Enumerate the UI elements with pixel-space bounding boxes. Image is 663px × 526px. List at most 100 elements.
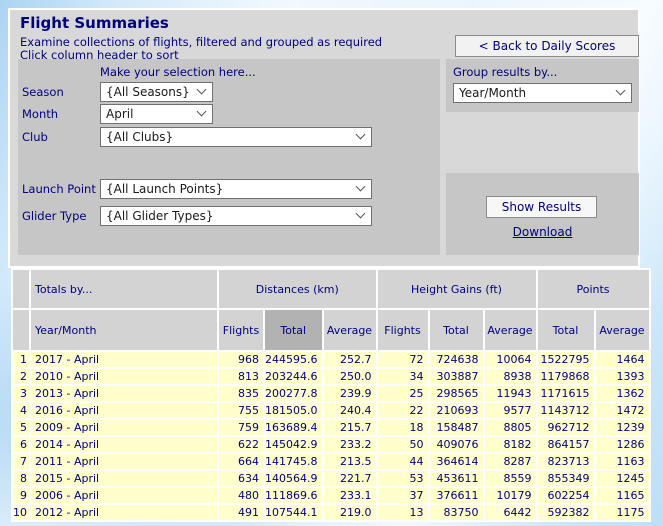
club-select[interactable]: {All Clubs} [100,127,372,147]
row-number-cell: 10 [13,505,29,520]
download-link[interactable]: Download [446,225,639,239]
actions-box: Show Results Download [446,173,639,255]
row-number-cell: 4 [13,403,29,418]
value-cell: 10179 [485,488,536,503]
month-label: Month [22,107,58,121]
value-cell: 962712 [538,420,594,435]
group-header-empty [13,270,29,308]
group-by-select[interactable]: Year/Month [453,83,632,103]
column-header-distance-flights[interactable]: Flights [219,310,263,350]
value-cell: 34 [378,369,428,384]
header-filter-panel: Flight Summaries Examine collections of … [8,8,640,268]
table-row: 52009 - April759163689.4215.718158487880… [13,420,649,435]
row-number-cell: 9 [13,488,29,503]
glider-type-label: Glider Type [22,209,86,223]
value-cell: 1239 [596,420,649,435]
column-header-distance-total[interactable]: Total [265,310,322,350]
column-header-points-total[interactable]: Total [538,310,594,350]
column-header-height-average[interactable]: Average [485,310,536,350]
value-cell: 8938 [485,369,536,384]
page-title: Flight Summaries [20,14,169,32]
column-header-year-month[interactable]: Year/Month [31,310,217,350]
year-month-cell: 2014 - April [31,437,217,452]
value-cell: 364614 [430,454,483,469]
value-cell: 592382 [538,505,594,520]
value-cell: 53 [378,471,428,486]
launch-point-select-wrap: {All Launch Points} [100,178,372,198]
value-cell: 37 [378,488,428,503]
value-cell: 239.9 [324,386,376,401]
selection-box: Make your selection here... Season {All … [18,59,440,255]
table-row: 92006 - April480111869.6233.137376611101… [13,488,649,503]
value-cell: 111869.6 [265,488,322,503]
year-month-cell: 2012 - April [31,505,217,520]
value-cell: 1393 [596,369,649,384]
value-cell: 755 [219,403,263,418]
month-select[interactable]: April [100,104,213,124]
back-to-daily-scores-button[interactable]: < Back to Daily Scores [455,35,639,57]
value-cell: 453611 [430,471,483,486]
value-cell: 250.0 [324,369,376,384]
value-cell: 813 [219,369,263,384]
season-select[interactable]: {All Seasons} [100,82,213,102]
show-results-button[interactable]: Show Results [486,196,597,218]
value-cell: 1362 [596,386,649,401]
column-header-rownum [13,310,29,350]
value-cell: 376611 [430,488,483,503]
year-month-cell: 2015 - April [31,471,217,486]
year-month-cell: 2017 - April [31,352,217,367]
value-cell: 200277.8 [265,386,322,401]
value-cell: 158487 [430,420,483,435]
column-header-height-flights[interactable]: Flights [378,310,428,350]
row-number-cell: 3 [13,386,29,401]
launch-point-select[interactable]: {All Launch Points} [100,179,372,199]
value-cell: 968 [219,352,263,367]
year-month-cell: 2016 - April [31,403,217,418]
value-cell: 602254 [538,488,594,503]
page-subtitle: Examine collections of flights, filtered… [20,35,382,49]
season-select-wrap: {All Seasons} [100,81,213,101]
year-month-cell: 2010 - April [31,369,217,384]
group-header-distances: Distances (km) [219,270,376,308]
month-select-wrap: April [100,103,213,123]
results-table: Totals by... Distances (km) Height Gains… [11,268,651,522]
value-cell: 823713 [538,454,594,469]
value-cell: 303887 [430,369,483,384]
club-label: Club [22,130,48,144]
value-cell: 50 [378,437,428,452]
glider-type-select[interactable]: {All Glider Types} [100,206,372,226]
value-cell: 480 [219,488,263,503]
glider-type-select-wrap: {All Glider Types} [100,205,372,225]
year-month-cell: 2013 - April [31,386,217,401]
value-cell: 213.5 [324,454,376,469]
value-cell: 8287 [485,454,536,469]
value-cell: 1472 [596,403,649,418]
value-cell: 1171615 [538,386,594,401]
value-cell: 219.0 [324,505,376,520]
table-row: 42016 - April755181505.0240.422210693957… [13,403,649,418]
column-header-points-average[interactable]: Average [596,310,649,350]
year-month-cell: 2009 - April [31,420,217,435]
column-header-distance-average[interactable]: Average [324,310,376,350]
row-number-cell: 7 [13,454,29,469]
value-cell: 215.7 [324,420,376,435]
value-cell: 1464 [596,352,649,367]
value-cell: 855349 [538,471,594,486]
value-cell: 203244.6 [265,369,322,384]
value-cell: 1286 [596,437,649,452]
value-cell: 724638 [430,352,483,367]
table-row: 62014 - April622145042.9233.250409076818… [13,437,649,452]
column-header-height-total[interactable]: Total [430,310,483,350]
value-cell: 1163 [596,454,649,469]
value-cell: 11943 [485,386,536,401]
value-cell: 835 [219,386,263,401]
selection-heading: Make your selection here... [100,65,256,79]
value-cell: 1165 [596,488,649,503]
group-header-row: Totals by... Distances (km) Height Gains… [13,270,649,308]
value-cell: 634 [219,471,263,486]
value-cell: 622 [219,437,263,452]
launch-point-label: Launch Point [22,182,96,196]
table-row: 102012 - April491107544.1219.01383750644… [13,505,649,520]
value-cell: 181505.0 [265,403,322,418]
value-cell: 759 [219,420,263,435]
